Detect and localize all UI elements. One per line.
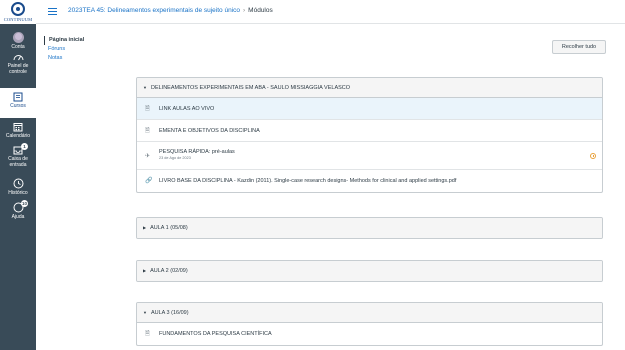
- module-item[interactable]: 🔗 LIVRO BASE DA DISCIPLINA - Kazdin (201…: [137, 170, 602, 192]
- global-nav-courses[interactable]: Cursos: [0, 88, 36, 118]
- calendar-icon: [13, 123, 23, 132]
- module-title: AULA 1 (05/08): [150, 225, 188, 231]
- module-aula-1: ▶ AULA 1 (05/08): [136, 217, 603, 239]
- hamburger-menu-icon[interactable]: [48, 8, 57, 15]
- module-header[interactable]: ▶ AULA 1 (05/08): [137, 218, 602, 238]
- course-nav-forums[interactable]: Fóruns: [44, 45, 114, 54]
- breadcrumb-current-page: Módulos: [248, 7, 273, 14]
- course-nav: Página inicial Fóruns Notas: [44, 36, 114, 63]
- module-delineamentos: ▼ DELINEAMENTOS EXPERIMENTAIS EM ABA - SA…: [136, 77, 603, 193]
- global-nav-courses-label: Cursos: [10, 103, 26, 109]
- page-icon: 🗎: [145, 105, 150, 112]
- expand-triangle-icon: ▶: [143, 268, 147, 273]
- module-item-title: LIVRO BASE DA DISCIPLINA - Kazdin (2011)…: [159, 178, 457, 184]
- module-item[interactable]: 🗎 LINK AULAS AO VIVO: [137, 98, 602, 120]
- expand-triangle-icon: ▶: [143, 225, 147, 230]
- global-nav-inbox[interactable]: 1 Caixa de entrada: [0, 143, 36, 168]
- global-nav-history-label: Histórico: [8, 190, 28, 196]
- module-item[interactable]: 🗎 EMENTA E OBJETIVOS DA DISCIPLINA: [137, 120, 602, 142]
- clock-icon: [13, 178, 23, 189]
- module-item-title: EMENTA E OBJETIVOS DA DISCIPLINA: [159, 128, 260, 134]
- global-nav-help-label: Ajuda: [11, 214, 25, 220]
- global-nav-help[interactable]: 10 Ajuda: [0, 200, 36, 220]
- module-item[interactable]: 🗎 FUNDAMENTOS DA PESQUISA CIENTÍFICA: [137, 323, 602, 345]
- attachment-icon: 🔗: [145, 178, 153, 184]
- avatar-icon: [12, 32, 24, 43]
- module-item-title: LINK AULAS AO VIVO: [159, 106, 215, 112]
- book-icon: [13, 92, 23, 102]
- continuum-logo[interactable]: CONTINUUM: [0, 0, 36, 24]
- quiz-icon: ✈: [145, 153, 151, 159]
- course-nav-grades[interactable]: Notas: [44, 54, 114, 63]
- collapse-triangle-icon: ▼: [143, 85, 147, 90]
- app-root: CONTINUUM Conta Painel de controle Curso…: [0, 0, 625, 350]
- module-header[interactable]: ▼ DELINEAMENTOS EXPERIMENTAIS EM ABA - SA…: [137, 78, 602, 98]
- global-nav-calendar-label: Calendário: [5, 133, 31, 139]
- breadcrumb-separator: ›: [243, 7, 246, 14]
- module-item-title: FUNDAMENTOS DA PESQUISA CIENTÍFICA: [159, 331, 272, 337]
- collapse-all-button[interactable]: Recolher tudo: [552, 40, 606, 54]
- breadcrumb-course-link[interactable]: 2023TEA 45: Delineamentos experimentais …: [68, 7, 240, 14]
- breadcrumb: 2023TEA 45: Delineamentos experimentais …: [68, 7, 273, 14]
- page-icon: 🗎: [145, 127, 150, 134]
- page-icon: 🗎: [145, 331, 150, 337]
- module-item-date: 23 de Ago de 2023: [159, 156, 191, 160]
- module-aula-3: ▼ AULA 3 (16/09) 🗎 FUNDAMENTOS DA PESQUIS…: [136, 302, 603, 346]
- module-item-title: PESQUISA RÁPIDA: pré-aulas: [159, 149, 235, 155]
- global-nav-history[interactable]: Histórico: [0, 178, 36, 196]
- dashboard-icon: [13, 55, 23, 61]
- global-nav-dashboard[interactable]: Painel de controle: [0, 52, 36, 75]
- module-title: AULA 2 (02/09): [150, 268, 188, 274]
- global-nav-calendar[interactable]: Calendário: [0, 122, 36, 139]
- module-title: DELINEAMENTOS EXPERIMENTAIS EM ABA - SAU…: [150, 85, 351, 91]
- global-nav-dashboard-label: Painel de controle: [7, 63, 29, 75]
- inbox-badge: 1: [21, 143, 28, 150]
- module-title: AULA 3 (16/09): [150, 310, 189, 316]
- collapse-triangle-icon: ▼: [143, 310, 147, 315]
- global-nav-account[interactable]: Conta: [0, 32, 36, 50]
- top-bar: 2023TEA 45: Delineamentos experimentais …: [36, 0, 625, 24]
- module-item[interactable]: ✈ PESQUISA RÁPIDA: pré-aulas 23 de Ago d…: [137, 142, 602, 170]
- help-badge: 10: [21, 200, 28, 207]
- global-nav-account-label: Conta: [11, 44, 25, 50]
- logo-text: CONTINUUM: [3, 17, 33, 22]
- logo-mark: [11, 2, 25, 16]
- module-header[interactable]: ▶ AULA 2 (02/09): [137, 261, 602, 281]
- warning-icon: [590, 152, 596, 159]
- global-nav: CONTINUUM Conta Painel de controle Curso…: [0, 0, 36, 350]
- module-header[interactable]: ▼ AULA 3 (16/09): [137, 303, 602, 323]
- course-nav-home[interactable]: Página inicial: [44, 36, 114, 45]
- global-nav-inbox-label: Caixa de entrada: [8, 156, 28, 168]
- module-aula-2: ▶ AULA 2 (02/09): [136, 260, 603, 282]
